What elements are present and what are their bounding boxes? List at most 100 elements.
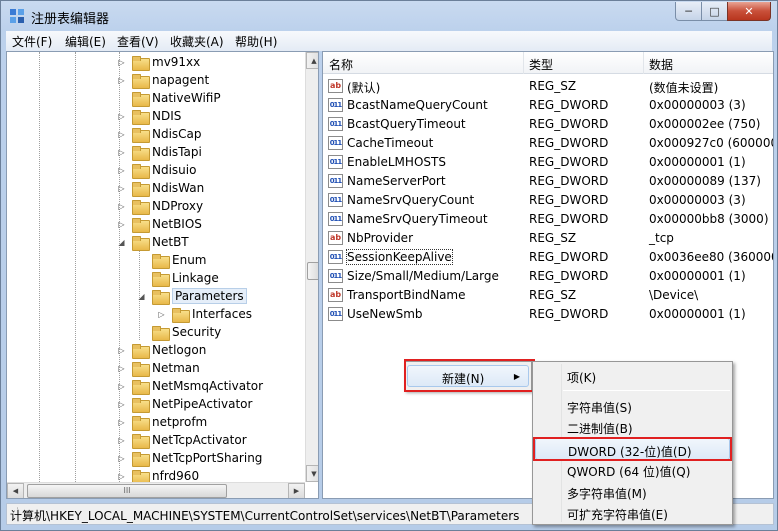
- expand-arrow-icon[interactable]: ▷: [117, 148, 126, 157]
- menu-bar: 文件(F) 编辑(E) 查看(V) 收藏夹(A) 帮助(H): [6, 31, 772, 51]
- value-data: _tcp: [649, 231, 674, 245]
- submenu-item[interactable]: 可扩充字符串值(E): [535, 502, 730, 524]
- folder-icon: [132, 91, 150, 107]
- expand-arrow-icon[interactable]: ▷: [117, 364, 126, 373]
- menu-edit[interactable]: 编辑(E): [65, 33, 106, 50]
- tree-item[interactable]: ▷ NDProxy: [117, 197, 203, 215]
- expand-arrow-icon[interactable]: ▷: [117, 220, 126, 229]
- column-name-header[interactable]: 名称: [329, 56, 353, 73]
- value-row[interactable]: 011 NameServerPort REG_DWORD 0x00000089 (13…: [323, 172, 773, 191]
- folder-icon: [132, 451, 150, 467]
- close-button[interactable]: ✕: [727, 2, 771, 21]
- dword-value-icon: 011: [328, 155, 343, 169]
- submenu-item[interactable]: QWORD (64 位)值(Q): [535, 459, 730, 481]
- tree-item[interactable]: ▷ NdisTapi: [117, 143, 202, 161]
- folder-icon: [132, 379, 150, 395]
- tree-item[interactable]: ▷ NetBIOS: [117, 215, 202, 233]
- folder-icon: [132, 163, 150, 179]
- scroll-up-arrow-icon[interactable]: ▲: [306, 52, 318, 69]
- menu-view[interactable]: 查看(V): [117, 33, 159, 50]
- expand-arrow-icon[interactable]: ▷: [117, 76, 126, 85]
- value-name: NameSrvQueryTimeout: [347, 212, 488, 226]
- value-row[interactable]: 011 NameSrvQueryTimeout REG_DWORD 0x00000bb…: [323, 210, 773, 229]
- expand-arrow-icon[interactable]: ▷: [117, 400, 126, 409]
- value-row[interactable]: 011 BcastNameQueryCount REG_DWORD 0x0000000…: [323, 96, 773, 115]
- tree-item[interactable]: ▷ NetTcpActivator: [117, 431, 247, 449]
- expand-arrow-icon[interactable]: ▷: [117, 184, 126, 193]
- expand-arrow-icon[interactable]: ▷: [117, 58, 126, 67]
- folder-icon: [132, 199, 150, 215]
- scroll-right-arrow-icon[interactable]: ▶: [288, 483, 305, 498]
- column-data-header[interactable]: 数据: [649, 56, 673, 73]
- submenu-item-label: QWORD (64 位)值(Q): [567, 465, 691, 480]
- tree-item[interactable]: ▷ Netman: [117, 359, 200, 377]
- expand-arrow-icon[interactable]: ▷: [117, 436, 126, 445]
- submenu-item[interactable]: 二进制值(B): [535, 416, 730, 438]
- title-bar[interactable]: 注册表编辑器 ─ □ ✕: [1, 1, 777, 31]
- tree-item[interactable]: ◢ Parameters: [137, 287, 247, 305]
- expand-arrow-icon[interactable]: ▷: [117, 130, 126, 139]
- tree-horizontal-scrollbar[interactable]: ◀ III ▶: [7, 482, 305, 498]
- expand-arrow-icon[interactable]: ▷: [117, 454, 126, 463]
- tree-item[interactable]: ◢ NetBT: [117, 233, 189, 251]
- expand-arrow-icon[interactable]: ▷: [117, 166, 126, 175]
- tree-item[interactable]: Linkage: [137, 269, 219, 287]
- tree-item-label: Netman: [152, 361, 200, 375]
- value-row[interactable]: 011 CacheTimeout REG_DWORD 0x000927c0 (6000…: [323, 134, 773, 153]
- minimize-button[interactable]: ─: [675, 2, 702, 21]
- folder-icon: [132, 469, 150, 485]
- value-row[interactable]: 011 UseNewSmb REG_DWORD 0x00000001 (1): [323, 305, 773, 324]
- tree-item[interactable]: ▷ NdisCap: [117, 125, 202, 143]
- folder-icon: [132, 397, 150, 413]
- tree-item[interactable]: Enum: [137, 251, 206, 269]
- scroll-thumb[interactable]: [307, 262, 318, 280]
- tree-item[interactable]: ▷ Ndisuio: [117, 161, 196, 179]
- value-row[interactable]: 011 NameSrvQueryCount REG_DWORD 0x00000003 …: [323, 191, 773, 210]
- value-row[interactable]: ab (默认) REG_SZ (数值未设置): [323, 77, 773, 96]
- submenu-item[interactable]: 多字符串值(M): [535, 481, 730, 503]
- value-row[interactable]: 011 EnableLMHOSTS REG_DWORD 0x00000001 (1): [323, 153, 773, 172]
- tree-item[interactable]: ▷ NetMsmqActivator: [117, 377, 263, 395]
- expand-arrow-icon[interactable]: ▷: [117, 346, 126, 355]
- tree-item[interactable]: ▷ NDIS: [117, 107, 181, 125]
- expand-arrow-icon[interactable]: ▷: [117, 472, 126, 481]
- value-row[interactable]: ab NbProvider REG_SZ _tcp: [323, 229, 773, 248]
- tree-vertical-scrollbar[interactable]: ▲ ▼: [305, 52, 318, 482]
- tree-item[interactable]: ▷ NdisWan: [117, 179, 204, 197]
- value-row[interactable]: 011 SessionKeepAlive REG_DWORD 0x0036ee80 (…: [323, 248, 773, 267]
- collapse-arrow-icon[interactable]: ◢: [117, 238, 126, 247]
- value-type: REG_DWORD: [529, 174, 609, 188]
- expand-arrow-icon[interactable]: ▷: [157, 310, 166, 319]
- submenu-item-label: 二进制值(B): [567, 422, 633, 437]
- tree-item[interactable]: ▷ Netlogon: [117, 341, 206, 359]
- maximize-button[interactable]: □: [701, 2, 728, 21]
- folder-icon: [172, 307, 190, 323]
- tree-item[interactable]: NativeWifiP: [117, 89, 221, 107]
- column-type-header[interactable]: 类型: [529, 56, 553, 73]
- expand-arrow-icon[interactable]: ▷: [117, 112, 126, 121]
- value-row[interactable]: ab TransportBindName REG_SZ \Device\: [323, 286, 773, 305]
- scroll-left-arrow-icon[interactable]: ◀: [7, 483, 24, 498]
- menu-file[interactable]: 文件(F): [12, 33, 52, 50]
- submenu-item[interactable]: 字符串值(S): [535, 395, 730, 417]
- hscroll-thumb[interactable]: III: [27, 484, 227, 498]
- collapse-arrow-icon[interactable]: ◢: [137, 292, 146, 301]
- value-row[interactable]: 011 Size/Small/Medium/Large REG_DWORD 0x000…: [323, 267, 773, 286]
- tree-item[interactable]: ▷ NetTcpPortSharing: [117, 449, 262, 467]
- expand-arrow-icon[interactable]: ▷: [117, 418, 126, 427]
- registry-tree[interactable]: ▷ mv91xx ▷ napagent NativeWifiP ▷ NDIS ▷ NdisCap…: [6, 51, 319, 499]
- tree-item[interactable]: ▷ mv91xx: [117, 53, 200, 71]
- menu-help[interactable]: 帮助(H): [235, 33, 277, 50]
- expand-arrow-icon[interactable]: ▷: [117, 382, 126, 391]
- tree-item[interactable]: ▷ NetPipeActivator: [117, 395, 252, 413]
- tree-item[interactable]: ▷ Interfaces: [157, 305, 252, 323]
- value-row[interactable]: 011 BcastQueryTimeout REG_DWORD 0x000002ee …: [323, 115, 773, 134]
- scroll-down-arrow-icon[interactable]: ▼: [306, 465, 318, 482]
- menu-favorites[interactable]: 收藏夹(A): [170, 33, 224, 50]
- tree-item[interactable]: Security: [137, 323, 221, 341]
- submenu-item[interactable]: 项(K): [535, 365, 730, 387]
- tree-item-label: Security: [172, 325, 222, 339]
- tree-item[interactable]: ▷ napagent: [117, 71, 209, 89]
- tree-item[interactable]: ▷ netprofm: [117, 413, 207, 431]
- expand-arrow-icon[interactable]: ▷: [117, 202, 126, 211]
